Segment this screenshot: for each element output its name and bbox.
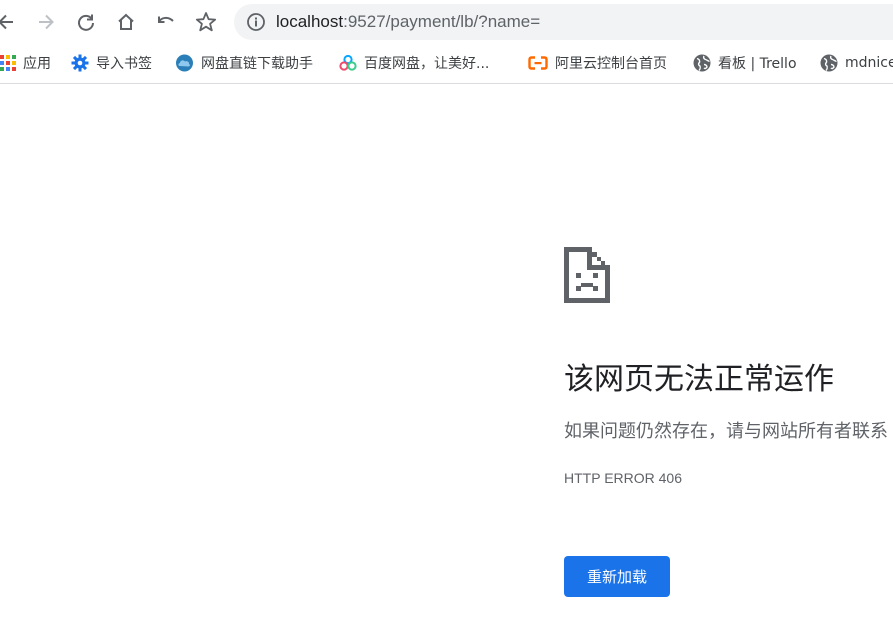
bookmark-mdnice[interactable]: mdnice [820,52,893,74]
undo-button[interactable] [150,6,182,38]
url-path: :9527/payment/lb/?name= [343,12,541,31]
error-page: 该网页无法正常运作 如果问题仍然存在，请与网站所有者联系 HTTP ERROR … [0,84,893,620]
cloud-icon [176,54,193,72]
error-subtitle: 如果问题仍然存在，请与网站所有者联系 [564,421,888,442]
back-button[interactable] [0,6,22,38]
error-title: 该网页无法正常运作 [564,362,834,397]
reload-icon [78,14,94,31]
star-icon [195,12,217,32]
apps-grid-icon [0,55,16,71]
aliyun-icon [528,56,548,70]
info-icon[interactable] [246,12,266,32]
reload-page-button[interactable]: 重新加载 [564,556,670,597]
bookmark-trello[interactable]: 看板 | Trello [693,52,797,74]
url-text[interactable]: localhost:9527/payment/lb/?name= [276,11,540,33]
back-arrow-icon [0,14,13,30]
bookmark-label: mdnice [845,55,893,71]
bookmark-label: 看板 | Trello [718,56,797,72]
baidu-netdisk-icon [339,54,357,71]
sad-page-icon [564,247,610,303]
bookmark-label: 阿里云控制台首页 [555,56,667,72]
bookmark-label: 应用 [23,56,51,72]
home-icon [118,13,134,30]
url-host: localhost [276,12,344,31]
bookmark-import[interactable]: 导入书签 [71,52,152,74]
bookmarks-bar: 应用 导入书签 网盘直链下载助手 百度网盘，让美好... 阿里云控制台首页 看板… [0,44,893,84]
bookmark-star-button[interactable] [190,6,222,38]
forward-arrow-icon [39,14,54,30]
globe-icon [820,54,838,72]
bookmark-label: 百度网盘，让美好... [364,56,490,72]
bookmark-aliyun[interactable]: 阿里云控制台首页 [528,52,667,74]
undo-icon [158,16,174,23]
gear-icon [71,54,89,72]
browser-toolbar: localhost:9527/payment/lb/?name= [0,0,893,44]
bookmark-label: 导入书签 [96,56,152,72]
reload-button[interactable] [70,6,102,38]
address-bar[interactable]: localhost:9527/payment/lb/?name= [234,4,893,40]
home-button[interactable] [110,6,142,38]
forward-button[interactable] [30,6,62,38]
bookmark-baidu-netdisk[interactable]: 百度网盘，让美好... [339,52,489,74]
globe-icon [693,54,711,72]
bookmark-netdisk-helper[interactable]: 网盘直链下载助手 [175,52,313,74]
bookmark-apps[interactable]: 应用 [0,52,51,74]
error-code: HTTP ERROR 406 [564,470,682,486]
bookmark-label: 网盘直链下载助手 [201,56,313,72]
